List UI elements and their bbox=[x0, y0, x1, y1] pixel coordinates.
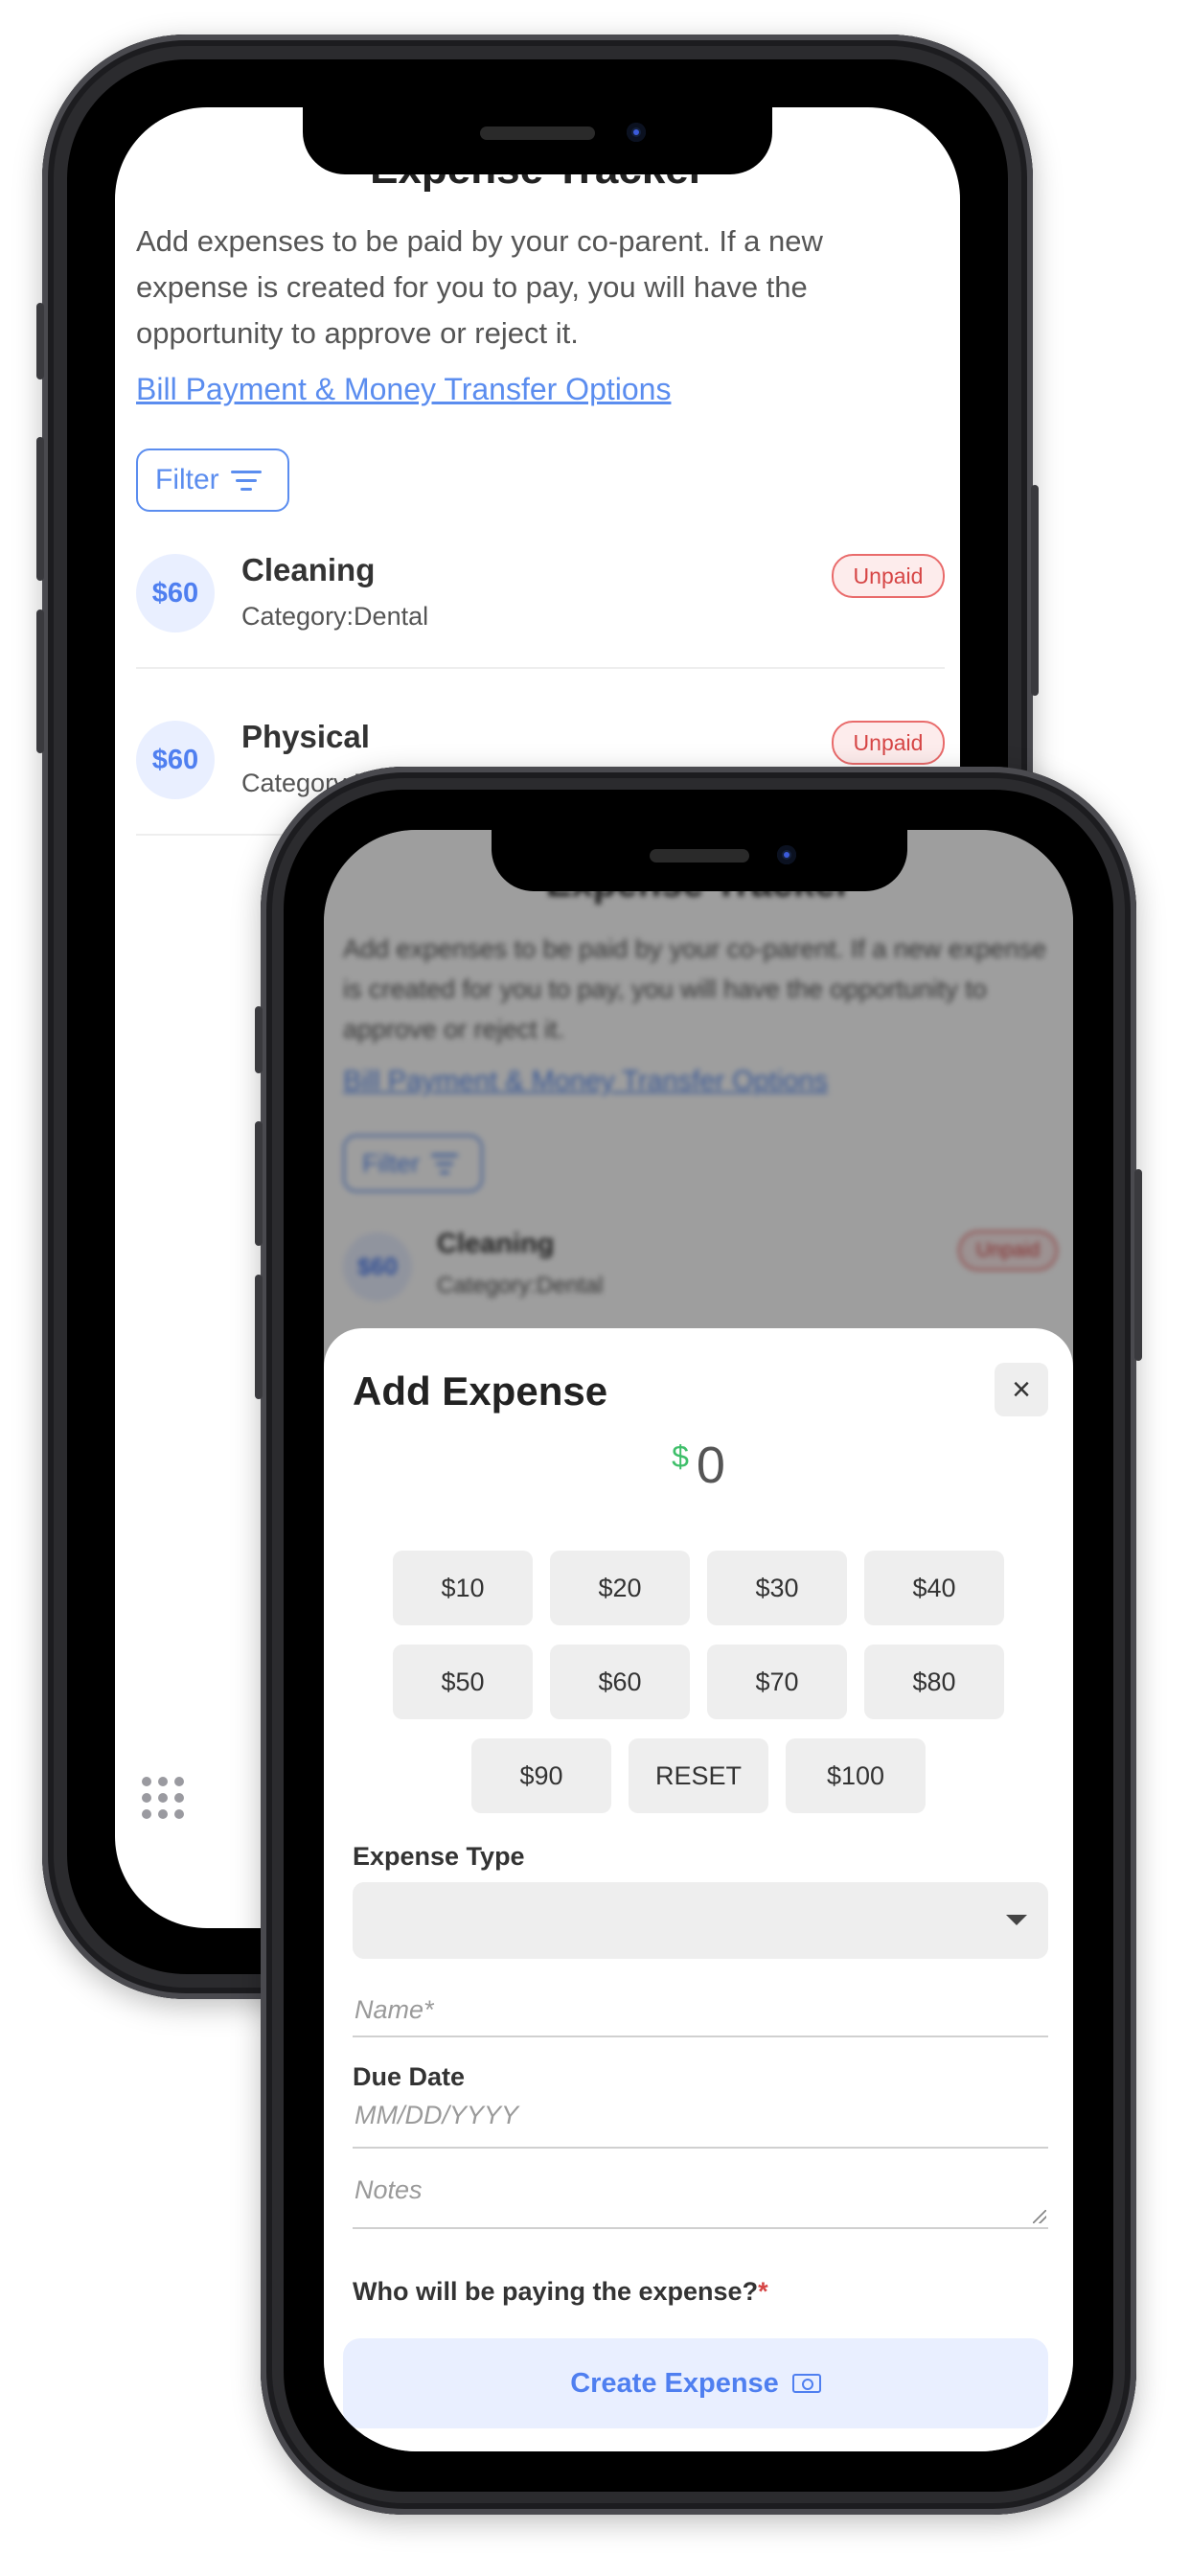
bill-payment-link[interactable]: Bill Payment & Money Transfer Options bbox=[136, 372, 671, 407]
expense-type-label: Expense Type bbox=[353, 1842, 525, 1871]
amount-value: 0 bbox=[696, 1437, 725, 1494]
notes-field[interactable]: Notes bbox=[353, 2164, 1048, 2229]
currency-symbol: $ bbox=[672, 1439, 689, 1474]
close-icon: × bbox=[1012, 1370, 1031, 1408]
add-expense-modal: Add Expense × $0 $10 $20 $30 $40 $50 $60… bbox=[324, 1328, 1073, 2451]
required-mark: * bbox=[758, 2277, 768, 2306]
quick-amount-button[interactable]: $20 bbox=[550, 1551, 690, 1625]
front-phone-screen: Expense Tracker Add expenses to be paid … bbox=[324, 830, 1073, 2451]
create-expense-label: Create Expense bbox=[570, 2367, 779, 2399]
quick-amount-button[interactable]: $70 bbox=[707, 1644, 847, 1719]
quick-amount-button[interactable]: $30 bbox=[707, 1551, 847, 1625]
modal-title: Add Expense bbox=[353, 1368, 608, 1414]
name-placeholder: Name* bbox=[355, 1995, 434, 2024]
expense-amount-avatar: $60 bbox=[136, 721, 215, 799]
expense-list-item[interactable]: $60 Cleaning Category:Dental Unpaid bbox=[115, 544, 960, 669]
reset-button[interactable]: RESET bbox=[629, 1738, 768, 1813]
quick-amount-button[interactable]: $40 bbox=[864, 1551, 1004, 1625]
filter-icon bbox=[230, 470, 262, 491]
payer-question-text: Who will be paying the expense? bbox=[353, 2277, 759, 2306]
chevron-down-icon bbox=[1006, 1915, 1027, 1925]
page-description: Add expenses to be paid by your co-paren… bbox=[136, 224, 823, 351]
create-expense-button[interactable]: Create Expense bbox=[343, 2338, 1048, 2428]
due-date-placeholder: MM/DD/YYYY bbox=[355, 2101, 519, 2129]
quick-amount-button[interactable]: $100 bbox=[786, 1738, 926, 1813]
quick-amount-button[interactable]: $90 bbox=[471, 1738, 611, 1813]
notch bbox=[492, 830, 907, 891]
status-badge: Unpaid bbox=[832, 554, 945, 598]
name-field[interactable]: Name* bbox=[353, 1982, 1048, 2037]
expense-amount-avatar: $60 bbox=[136, 554, 215, 632]
quick-amount-button[interactable]: $10 bbox=[393, 1551, 533, 1625]
quick-amount-button[interactable]: $80 bbox=[864, 1644, 1004, 1719]
cash-icon bbox=[791, 2374, 821, 2393]
status-badge: Unpaid bbox=[832, 721, 945, 765]
quick-amount-button[interactable]: $50 bbox=[393, 1644, 533, 1719]
due-date-label: Due Date bbox=[353, 2062, 466, 2091]
amount-display: $0 bbox=[324, 1436, 1073, 1495]
expense-type-select[interactable] bbox=[353, 1882, 1048, 1959]
quick-amount-button[interactable]: $60 bbox=[550, 1644, 690, 1719]
due-date-field[interactable]: MM/DD/YYYY bbox=[353, 2095, 1048, 2149]
notch bbox=[303, 107, 772, 174]
payer-question: Who will be paying the expense?* bbox=[353, 2277, 768, 2307]
close-button[interactable]: × bbox=[995, 1363, 1048, 1416]
expense-name: Cleaning bbox=[241, 552, 376, 587]
front-phone-frame: Expense Tracker Add expenses to be paid … bbox=[255, 767, 1142, 2515]
filter-button[interactable]: Filter bbox=[136, 448, 289, 512]
resize-handle-icon[interactable] bbox=[1033, 2210, 1046, 2223]
filter-label: Filter bbox=[155, 464, 219, 495]
apps-grid-icon[interactable] bbox=[142, 1777, 184, 1819]
notes-placeholder: Notes bbox=[355, 2175, 423, 2204]
expense-category: Category:Dental bbox=[241, 602, 429, 631]
expense-name: Physical bbox=[241, 719, 370, 754]
